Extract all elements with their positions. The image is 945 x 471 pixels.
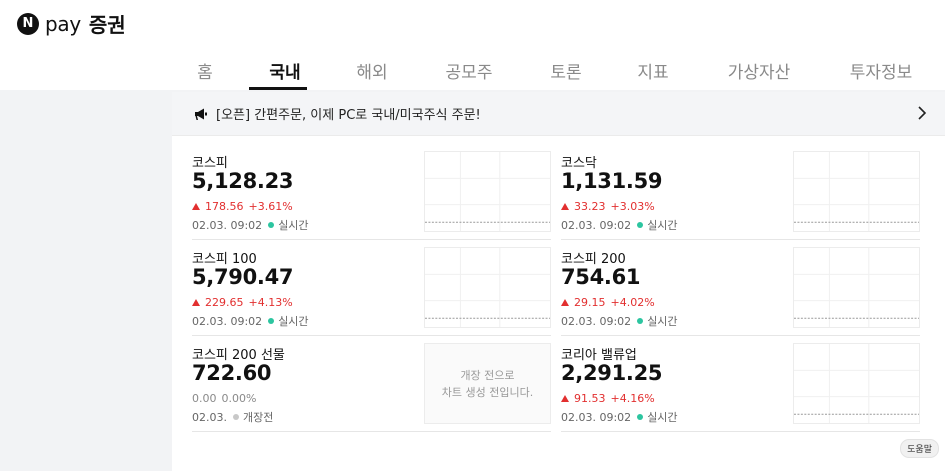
index-card-kospi100[interactable]: 코스피 100 5,790.47 229.65 +4.13% 02.03. 09… bbox=[192, 240, 551, 336]
timestamp: 02.03. bbox=[192, 410, 227, 424]
index-change: 29.15 +4.02% bbox=[561, 296, 655, 309]
tab-invest-info[interactable]: 투자정보 bbox=[850, 58, 913, 83]
index-card-korea-valueup[interactable]: 코리아 밸류업 2,291.25 91.53 +4.16% 02.03. 09:… bbox=[561, 336, 920, 432]
naver-pay-securities-logo[interactable]: N pay 증권 bbox=[17, 9, 126, 38]
index-value: 1,131.59 bbox=[561, 169, 663, 193]
index-value: 5,128.23 bbox=[192, 169, 294, 193]
up-triangle-icon bbox=[561, 299, 569, 306]
up-triangle-icon bbox=[192, 299, 200, 306]
mini-chart[interactable] bbox=[424, 247, 551, 328]
index-card-kospi200-futures[interactable]: 코스피 200 선물 722.60 0.00 0.00% 02.03. 개장전 … bbox=[192, 336, 551, 432]
live-dot-icon bbox=[268, 222, 275, 228]
change-amount: 29.15 bbox=[574, 296, 606, 309]
naver-n-icon: N bbox=[17, 12, 39, 35]
mini-chart-svg bbox=[794, 248, 919, 327]
status-label: 실시간 bbox=[647, 411, 678, 424]
up-triangle-icon bbox=[561, 203, 569, 210]
status-label: 개장전 bbox=[243, 411, 274, 424]
live-dot-icon bbox=[637, 318, 644, 324]
chevron-right-icon[interactable] bbox=[917, 105, 927, 121]
notice-banner[interactable]: [오픈] 간편주문, 이제 PC로 국내/미국주식 주문! bbox=[172, 92, 945, 136]
index-value: 722.60 bbox=[192, 361, 272, 385]
index-time: 02.03. 09:02 실시간 bbox=[192, 313, 309, 329]
tab-home[interactable]: 홈 bbox=[197, 58, 213, 83]
tab-crypto[interactable]: 가상자산 bbox=[728, 58, 791, 83]
index-time: 02.03. 09:02 실시간 bbox=[561, 409, 678, 425]
index-value: 5,790.47 bbox=[192, 265, 294, 289]
mini-chart-svg bbox=[794, 344, 919, 423]
change-rate: +4.02% bbox=[610, 296, 655, 309]
change-amount: 178.56 bbox=[205, 200, 244, 213]
mini-chart-svg bbox=[794, 152, 919, 231]
active-tab-indicator bbox=[249, 87, 307, 90]
index-change: 0.00 0.00% bbox=[192, 392, 256, 405]
timestamp: 02.03. 09:02 bbox=[561, 410, 632, 424]
index-card-kospi200[interactable]: 코스피 200 754.61 29.15 +4.02% 02.03. 09:02… bbox=[561, 240, 920, 336]
up-triangle-icon bbox=[561, 395, 569, 402]
logo-pay-text: pay bbox=[45, 11, 81, 36]
live-dot-icon bbox=[268, 318, 275, 324]
help-button[interactable]: 도움말 bbox=[900, 439, 939, 458]
live-dot-icon bbox=[637, 222, 644, 228]
mini-chart[interactable] bbox=[793, 151, 920, 232]
chart-placeholder-line-2: 차트 생성 전입니다. bbox=[441, 385, 534, 399]
change-amount: 91.53 bbox=[574, 392, 606, 405]
index-change: 91.53 +4.16% bbox=[561, 392, 655, 405]
index-value: 754.61 bbox=[561, 265, 641, 289]
index-card-kosdaq[interactable]: 코스닥 1,131.59 33.23 +3.03% 02.03. 09:02 실… bbox=[561, 144, 920, 240]
tab-ipo[interactable]: 공모주 bbox=[446, 58, 493, 83]
live-dot-icon bbox=[637, 414, 644, 420]
logo-securities-text: 증권 bbox=[88, 13, 126, 37]
status-dot-icon bbox=[233, 414, 239, 420]
tab-indicators[interactable]: 지표 bbox=[637, 58, 668, 83]
timestamp: 02.03. 09:02 bbox=[561, 218, 632, 232]
up-triangle-icon bbox=[192, 203, 200, 210]
change-amount: 33.23 bbox=[574, 200, 606, 213]
status-label: 실시간 bbox=[647, 315, 678, 328]
change-rate: +4.16% bbox=[610, 392, 655, 405]
mini-chart-svg bbox=[425, 152, 550, 231]
timestamp: 02.03. 09:02 bbox=[561, 314, 632, 328]
tab-overseas[interactable]: 해외 bbox=[356, 58, 387, 83]
domestic-panel: [오픈] 간편주문, 이제 PC로 국내/미국주식 주문! 코스피 5,128.… bbox=[172, 92, 945, 471]
notice-text: [오픈] 간편주문, 이제 PC로 국내/미국주식 주문! bbox=[216, 108, 481, 123]
index-time: 02.03. 09:02 실시간 bbox=[192, 217, 309, 233]
index-time: 02.03. 개장전 bbox=[192, 409, 273, 425]
change-rate: 0.00% bbox=[221, 392, 257, 405]
index-card-kospi[interactable]: 코스피 5,128.23 178.56 +3.61% 02.03. 09:02 … bbox=[192, 144, 551, 240]
tab-domestic[interactable]: 국내 bbox=[269, 58, 300, 83]
change-rate: +4.13% bbox=[248, 296, 293, 309]
index-time: 02.03. 09:02 실시간 bbox=[561, 313, 678, 329]
status-label: 실시간 bbox=[278, 219, 309, 232]
index-change: 229.65 +4.13% bbox=[192, 296, 293, 309]
megaphone-icon bbox=[195, 108, 207, 120]
mini-chart[interactable] bbox=[424, 151, 551, 232]
mini-chart[interactable] bbox=[793, 247, 920, 328]
index-time: 02.03. 09:02 실시간 bbox=[561, 217, 678, 233]
mini-chart-svg bbox=[425, 248, 550, 327]
index-change: 178.56 +3.61% bbox=[192, 200, 293, 213]
change-amount: 0.00 bbox=[192, 392, 217, 405]
index-change: 33.23 +3.03% bbox=[561, 200, 655, 213]
status-label: 실시간 bbox=[278, 315, 309, 328]
change-rate: +3.61% bbox=[248, 200, 293, 213]
change-amount: 229.65 bbox=[205, 296, 244, 309]
index-value: 2,291.25 bbox=[561, 361, 663, 385]
timestamp: 02.03. 09:02 bbox=[192, 218, 263, 232]
status-label: 실시간 bbox=[647, 219, 678, 232]
mini-chart[interactable] bbox=[793, 343, 920, 424]
change-rate: +3.03% bbox=[610, 200, 655, 213]
timestamp: 02.03. 09:02 bbox=[192, 314, 263, 328]
tab-discussion[interactable]: 토론 bbox=[550, 58, 581, 83]
main-nav-tabs: 홈 국내 해외 공모주 토론 지표 가상자산 투자정보 bbox=[0, 58, 945, 90]
chart-placeholder-line-1: 개장 전으로 bbox=[460, 368, 515, 382]
chart-placeholder: 개장 전으로 차트 생성 전입니다. bbox=[424, 343, 551, 424]
